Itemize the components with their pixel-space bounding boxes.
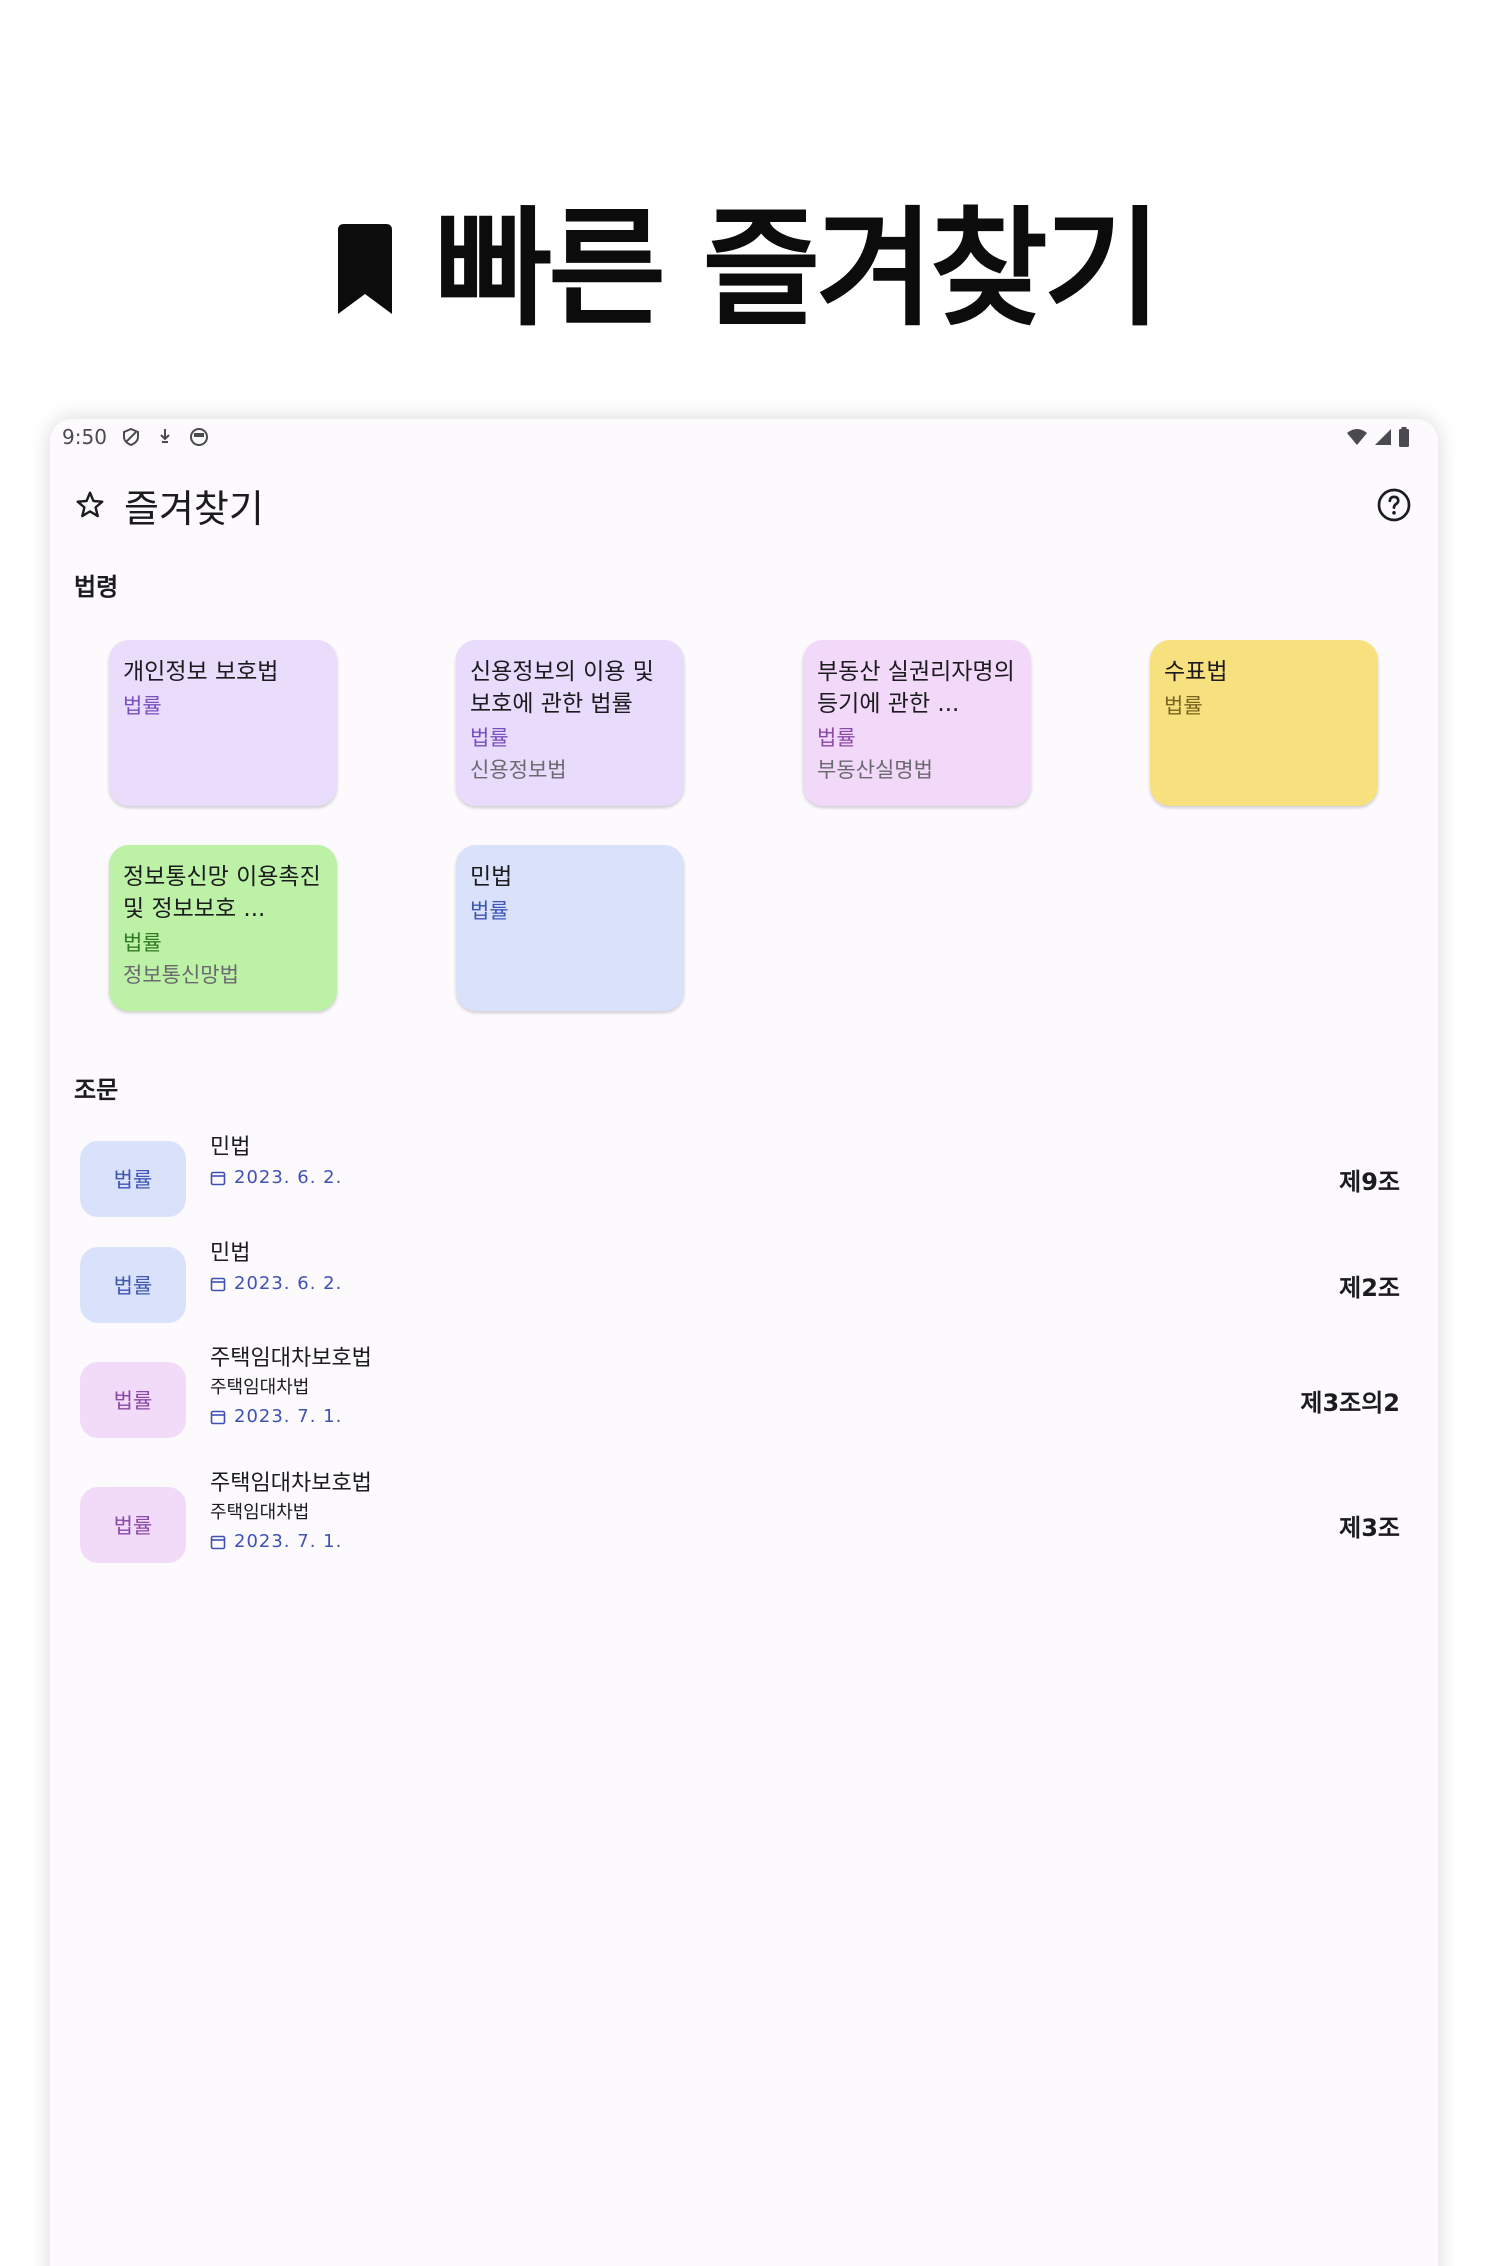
device-screen: 9:50 즐겨찾기 법령 개인정보 보호법 법률 신용정보의 이용 및 보호에 …	[50, 419, 1438, 2266]
law-name: 정보통신망 이용촉진 및 정보보호 ...	[123, 864, 321, 922]
article-law-name: 주택임대차보호법	[210, 1346, 372, 1371]
law-grid: 개인정보 보호법 법률 신용정보의 이용 및 보호에 관한 법률 법률 신용정보…	[109, 640, 1429, 1020]
article-date: 2023. 6. 2.	[234, 1167, 343, 1188]
cell-signal-icon	[1375, 429, 1391, 445]
law-name: 신용정보의 이용 및 보호에 관한 법률	[470, 659, 654, 717]
shield-icon	[122, 427, 139, 447]
wifi-icon	[1347, 429, 1367, 445]
article-row[interactable]: 법률 주택임대차보호법 주택임대차법 2023. 7. 1. 제3조의2	[50, 1327, 1438, 1451]
law-abbr: 정보통신망법	[123, 963, 239, 987]
law-kind: 법률	[470, 899, 509, 923]
law-abbr: 부동산실명법	[817, 758, 933, 782]
battery-icon	[1399, 427, 1409, 447]
article-kind-badge: 법률	[80, 1141, 186, 1217]
law-kind: 법률	[123, 694, 162, 718]
article-law-name: 민법	[210, 1135, 251, 1160]
section-title-articles: 조문	[74, 1076, 119, 1104]
law-kind: 법률	[817, 726, 856, 750]
article-date: 2023. 7. 1.	[234, 1531, 343, 1552]
promo-header: 빠른 즐겨찾기	[0, 195, 1488, 345]
law-name: 수표법	[1164, 659, 1228, 685]
circle-app-icon	[189, 428, 208, 446]
law-card[interactable]: 정보통신망 이용촉진 및 정보보호 ... 법률 정보통신망법	[109, 845, 337, 1011]
article-row[interactable]: 법률 민법 2023. 6. 2. 제2조	[50, 1225, 1438, 1325]
article-kind-badge: 법률	[80, 1247, 186, 1323]
article-number: 제3조	[1339, 1514, 1400, 1542]
status-bar: 9:50	[50, 419, 1438, 455]
article-row[interactable]: 법률 민법 2023. 6. 2. 제9조	[50, 1119, 1438, 1219]
section-title-laws: 법령	[74, 573, 119, 601]
article-number: 제2조	[1339, 1274, 1400, 1302]
status-time: 9:50	[62, 425, 107, 449]
law-name: 민법	[470, 864, 513, 890]
article-date: 2023. 6. 2.	[234, 1273, 343, 1294]
law-card[interactable]: 신용정보의 이용 및 보호에 관한 법률 법률 신용정보법	[456, 640, 684, 806]
article-law-abbr: 주택임대차법	[210, 1377, 310, 1398]
law-card[interactable]: 개인정보 보호법 법률	[109, 640, 337, 806]
download-icon	[160, 429, 170, 443]
star-outline-icon	[76, 491, 104, 518]
calendar-icon	[210, 1277, 226, 1292]
law-card[interactable]: 부동산 실권리자명의 등기에 관한 ... 법률 부동산실명법	[803, 640, 1031, 806]
article-law-name: 민법	[210, 1241, 251, 1266]
law-abbr: 신용정보법	[470, 758, 567, 782]
law-card[interactable]: 민법 법률	[456, 845, 684, 1011]
article-number: 제9조	[1339, 1168, 1400, 1196]
promo-title: 빠른 즐겨찾기	[434, 195, 1161, 344]
app-bar: 즐겨찾기	[50, 473, 1438, 537]
help-button[interactable]	[1370, 481, 1418, 529]
page-title: 즐겨찾기	[124, 486, 264, 531]
help-circle-icon	[1377, 488, 1411, 522]
law-kind: 법률	[1164, 694, 1203, 718]
calendar-icon	[210, 1535, 226, 1550]
bookmark-icon	[338, 224, 393, 314]
article-date: 2023. 7. 1.	[234, 1406, 343, 1427]
article-kind-badge: 법률	[80, 1362, 186, 1438]
law-kind: 법률	[470, 726, 509, 750]
article-row[interactable]: 법률 주택임대차보호법 주택임대차법 2023. 7. 1. 제3조	[50, 1452, 1438, 1576]
article-kind-badge: 법률	[80, 1487, 186, 1563]
law-card[interactable]: 수표법 법률	[1150, 640, 1378, 806]
article-number: 제3조의2	[1300, 1389, 1400, 1417]
law-name: 부동산 실권리자명의 등기에 관한 ...	[817, 659, 1015, 717]
article-law-name: 주택임대차보호법	[210, 1471, 372, 1496]
article-law-abbr: 주택임대차법	[210, 1502, 310, 1523]
calendar-icon	[210, 1171, 226, 1186]
law-name: 개인정보 보호법	[123, 659, 279, 685]
calendar-icon	[210, 1410, 226, 1425]
law-kind: 법률	[123, 931, 162, 955]
